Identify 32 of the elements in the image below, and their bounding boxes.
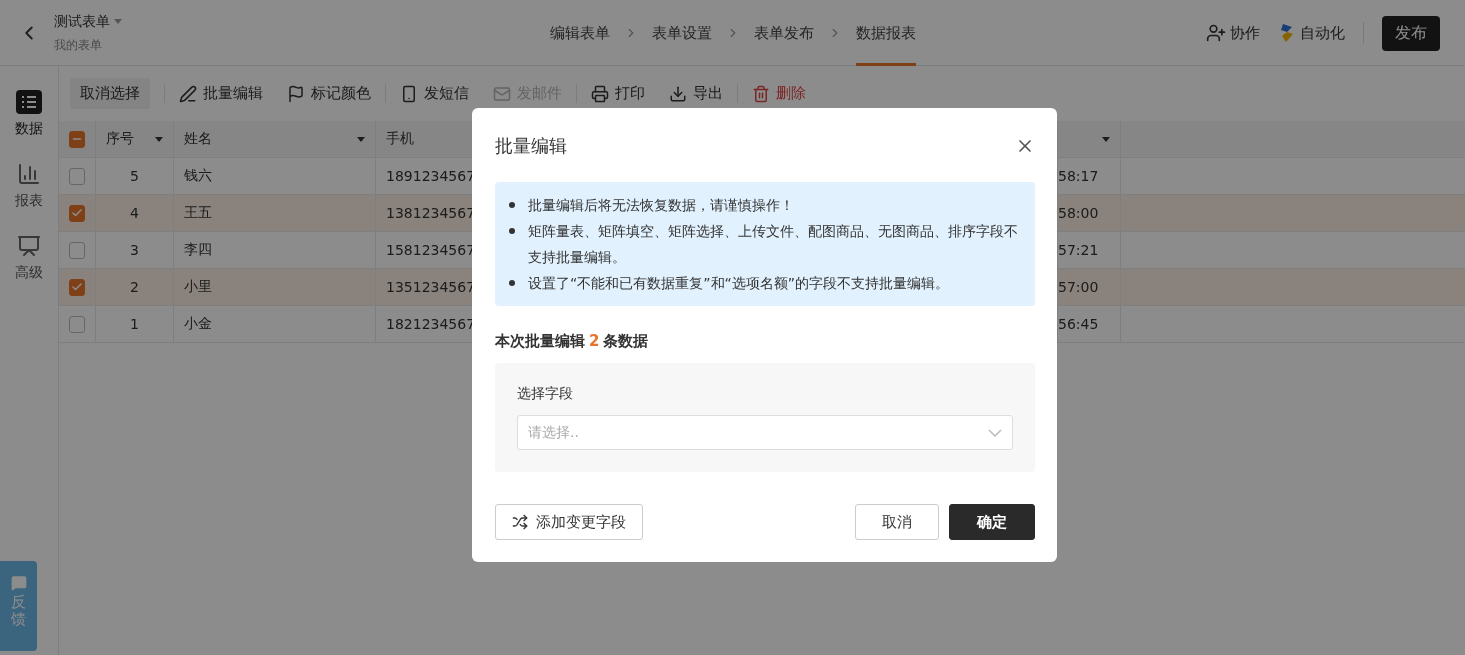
column-header: 手机 (386, 130, 415, 148)
table-cell: 小金 (184, 315, 212, 333)
dialog-title: 批量编辑 (495, 134, 567, 158)
table-cell: 钱六 (184, 167, 212, 185)
notice-text: 设置了“不能和已有数据重复”和“选项名额”的字段不支持批量编辑。 (528, 274, 950, 293)
summary-text: 条数据 (603, 332, 649, 351)
selected-count: 2 (589, 332, 600, 351)
table-cell: 1581234567 (386, 242, 476, 258)
table-cell: 4 (130, 205, 139, 221)
table-cell: 57:21 (1058, 242, 1099, 258)
table-cell: 1 (130, 316, 139, 332)
notice-text: 批量编辑后将无法恢复数据，请谨慎操作！ (528, 196, 795, 215)
table-cell: 李四 (184, 241, 212, 259)
table-cell: 王五 (184, 204, 212, 222)
table-cell: 58:17 (1058, 168, 1099, 184)
table-cell: 小里 (184, 278, 212, 296)
notice-text: 矩阵量表、矩阵填空、矩阵选择、上传文件、配图商品、无图商品、排序字段不支持批量编辑。 (528, 222, 1019, 267)
table-cell: 1381234567 (386, 205, 476, 221)
summary-text: 本次批量编辑 (495, 332, 585, 351)
table-cell: 57:00 (1058, 279, 1099, 295)
table-cell: 2 (130, 279, 139, 295)
table-cell: 58:00 (1058, 205, 1099, 221)
table-cell: 1891234567 (386, 168, 476, 184)
form-subtitle: 我的表单 (54, 36, 103, 54)
column-header: 姓名 (184, 130, 213, 148)
table-cell: 1351234567 (386, 279, 476, 295)
column-header: 序号 (106, 130, 135, 148)
table-cell: 1821234567 (386, 316, 476, 332)
table-cell: 56:45 (1058, 316, 1099, 332)
table-cell: 3 (130, 242, 139, 258)
field-label: 选择字段 (517, 385, 574, 403)
table-cell: 5 (130, 168, 139, 184)
